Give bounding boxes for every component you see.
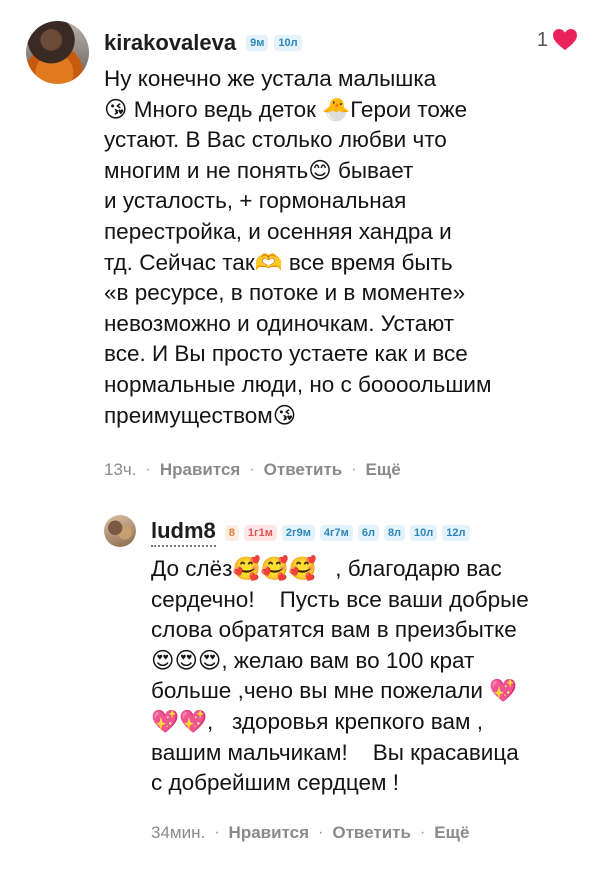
like-count: 1 [536, 28, 548, 51]
badge: 4г7м [319, 524, 353, 541]
separator-dot: · [318, 824, 324, 841]
badge: 10л [410, 524, 438, 541]
username[interactable]: ludm8 [151, 518, 216, 547]
like-button[interactable]: Нравится [160, 460, 241, 480]
comment-header: kirakovaleva 9м 10л [104, 30, 302, 56]
badge: 12л [442, 524, 470, 541]
separator-dot: · [351, 461, 357, 478]
reply-button[interactable]: Ответить [264, 460, 343, 480]
more-button[interactable]: Ещё [434, 823, 469, 843]
badge: 8 [224, 524, 239, 541]
heart-icon[interactable] [552, 28, 578, 52]
separator-dot: · [249, 461, 255, 478]
comment-text: Ну конечно же устала малышка 😘 Много вед… [104, 66, 492, 428]
separator-dot: · [214, 824, 220, 841]
like-button[interactable]: Нравится [229, 823, 310, 843]
separator-dot: · [419, 824, 426, 841]
badge: 9м [246, 35, 269, 51]
comment-time: 13ч. [104, 460, 137, 479]
comment-time: 34мин. [151, 823, 206, 842]
badge: 6л [357, 524, 379, 541]
avatar[interactable] [104, 515, 136, 547]
badge: 10л [274, 35, 302, 51]
badge: 8л [383, 524, 406, 541]
like-area[interactable]: 1 [537, 28, 578, 52]
comment-actions: 34мин. · Нравится · Ответить · Ещё [151, 823, 469, 843]
username[interactable]: kirakovaleva [104, 30, 236, 56]
badge: 1г1м [243, 524, 277, 541]
avatar[interactable] [26, 21, 89, 84]
more-button[interactable]: Ещё [366, 460, 401, 480]
comment-header: ludm8 8 1г1м 2г9м 4г7м 6л 8л 10л 12л [151, 518, 470, 547]
comment-actions: 13ч. · Нравится · Ответить · Ещё [104, 460, 401, 480]
badge: 2г9м [281, 524, 315, 541]
reply-button[interactable]: Ответить [332, 823, 411, 843]
separator-dot: · [145, 461, 151, 478]
comment-text: До слёз🥰🥰🥰 , благодарю вас сердечно! Пус… [151, 556, 529, 796]
